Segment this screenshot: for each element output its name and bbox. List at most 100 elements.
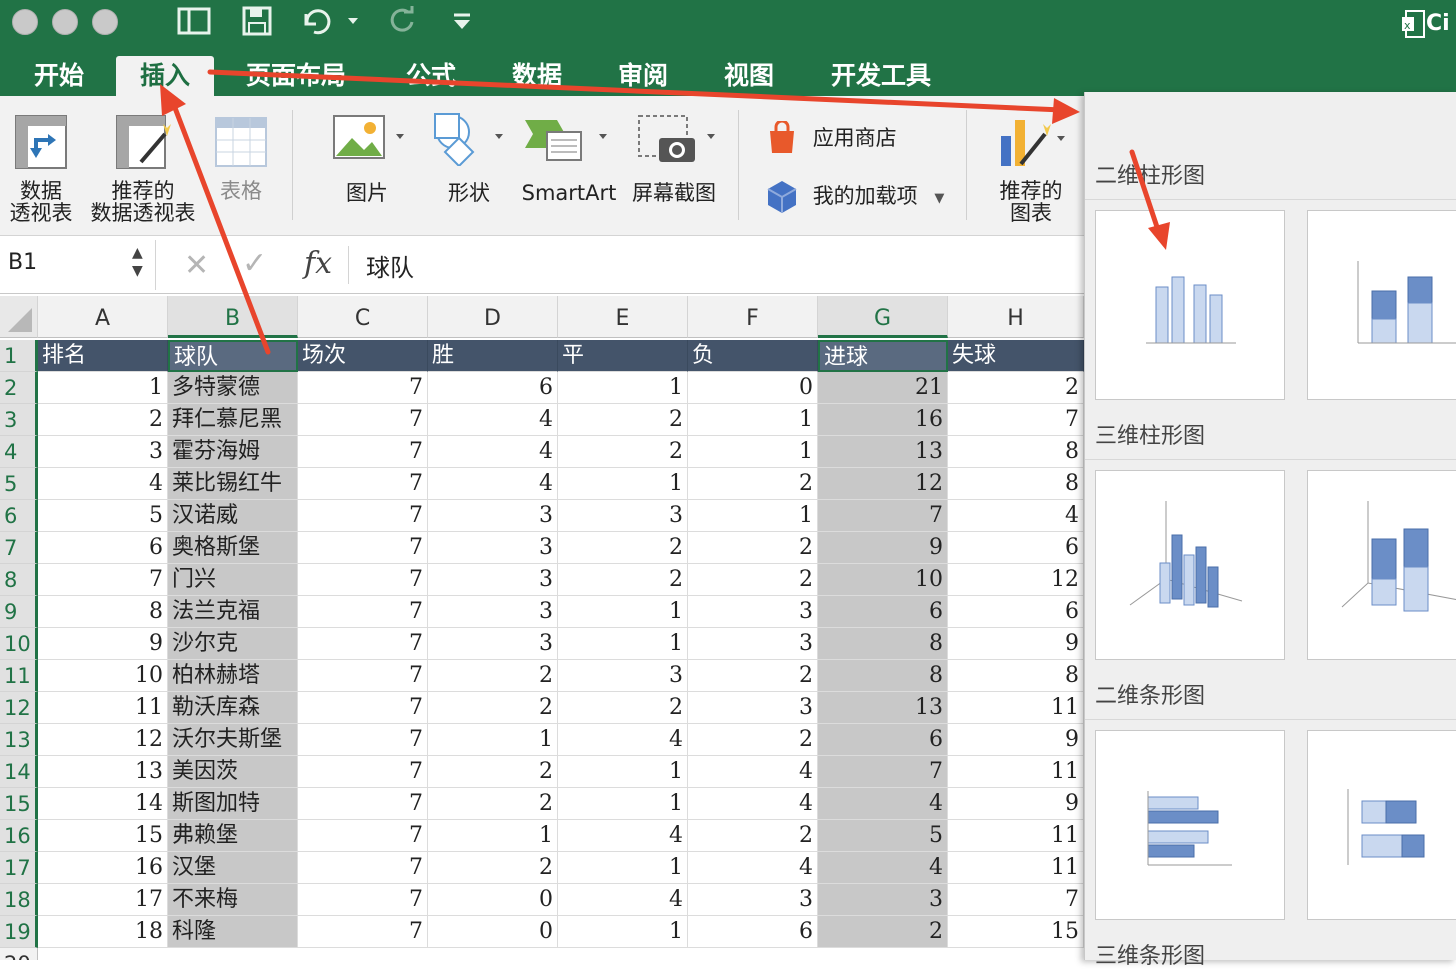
row-header[interactable]: 6 [0,500,38,532]
tab-page-layout[interactable]: 页面布局 [230,56,362,96]
table-cell[interactable]: 2 [38,404,168,436]
table-cell[interactable]: 7 [818,756,948,788]
table-cell[interactable]: 4 [428,468,558,500]
table-cell[interactable]: 13 [818,436,948,468]
table-cell[interactable]: 12 [948,564,1084,596]
table-cell[interactable]: 3 [428,596,558,628]
row-header[interactable]: 16 [0,820,38,852]
table-cell[interactable]: 7 [298,628,428,660]
tab-formulas[interactable]: 公式 [386,56,476,96]
table-cell[interactable]: 0 [688,372,818,404]
header-cell[interactable]: 胜 [428,340,558,372]
table-cell[interactable]: 7 [298,852,428,884]
table-cell[interactable]: 7 [298,532,428,564]
table-cell[interactable]: 2 [688,468,818,500]
table-cell[interactable]: 1 [688,404,818,436]
table-cell[interactable]: 沃尔夫斯堡 [168,724,298,756]
customize-toolbar-icon[interactable] [448,6,476,40]
table-cell[interactable]: 2 [558,564,688,596]
table-cell[interactable]: 6 [428,372,558,404]
table-cell[interactable]: 1 [688,500,818,532]
table-cell[interactable]: 7 [948,884,1084,916]
table-cell[interactable]: 9 [818,532,948,564]
row-header[interactable]: 5 [0,468,38,500]
table-cell[interactable]: 4 [818,788,948,820]
name-box[interactable]: B1 ▲ ▼ [0,240,156,290]
column-header-b[interactable]: B [168,296,298,338]
3d-stacked-column-option[interactable] [1307,470,1456,660]
table-cell[interactable]: 4 [818,852,948,884]
table-cell[interactable]: 15 [948,916,1084,948]
table-cell[interactable]: 11 [948,820,1084,852]
table-cell[interactable]: 11 [38,692,168,724]
table-cell[interactable]: 3 [688,692,818,724]
table-cell[interactable]: 2 [688,820,818,852]
table-cell[interactable]: 7 [948,404,1084,436]
undo-icon[interactable] [298,6,362,40]
tab-data[interactable]: 数据 [494,56,580,96]
confirm-entry-icon[interactable]: ✓ [242,246,267,281]
my-addins-button[interactable]: 我的加载项 ▼ [766,178,956,216]
column-header-c[interactable]: C [298,296,428,338]
table-cell[interactable]: 7 [298,564,428,596]
table-cell[interactable]: 1 [688,436,818,468]
table-cell[interactable]: 16 [818,404,948,436]
minimize-window-button[interactable] [52,9,78,35]
stacked-bar-option[interactable] [1307,730,1456,920]
store-button[interactable]: 应用商店 [766,119,946,155]
table-cell[interactable]: 2 [428,756,558,788]
tab-developer[interactable]: 开发工具 [812,56,950,96]
table-cell[interactable]: 9 [948,628,1084,660]
table-cell[interactable]: 21 [818,372,948,404]
row-header[interactable]: 7 [0,532,38,564]
table-cell[interactable]: 7 [298,724,428,756]
table-cell[interactable]: 7 [818,500,948,532]
header-cell[interactable]: 进球 [818,340,948,372]
select-all-corner[interactable] [0,296,38,338]
table-cell[interactable]: 0 [428,916,558,948]
table-cell[interactable]: 1 [558,916,688,948]
zoom-window-button[interactable] [92,9,118,35]
table-cell[interactable]: 1 [558,372,688,404]
table-cell[interactable]: 10 [38,660,168,692]
table-cell[interactable]: 11 [948,852,1084,884]
table-cell[interactable]: 4 [688,852,818,884]
table-cell[interactable]: 科隆 [168,916,298,948]
table-cell[interactable]: 4 [948,500,1084,532]
table-cell[interactable]: 1 [558,628,688,660]
table-cell[interactable]: 6 [818,596,948,628]
table-cell[interactable]: 2 [688,660,818,692]
table-cell[interactable]: 3 [558,500,688,532]
table-cell[interactable]: 勒沃库森 [168,692,298,724]
table-cell[interactable]: 汉诺威 [168,500,298,532]
row-header[interactable]: 18 [0,884,38,916]
tab-view[interactable]: 视图 [706,56,792,96]
table-cell[interactable]: 4 [428,404,558,436]
table-cell[interactable]: 4 [688,788,818,820]
pivot-table-button[interactable]: 数据 透视表 [4,114,78,224]
column-header-f[interactable]: F [688,296,818,338]
table-cell[interactable]: 10 [818,564,948,596]
table-cell[interactable]: 9 [948,788,1084,820]
table-cell[interactable]: 1 [558,756,688,788]
table-cell[interactable]: 斯图加特 [168,788,298,820]
table-cell[interactable]: 1 [38,372,168,404]
worksheet-grid[interactable]: ABCDEFGH 1 排名 球队 场次胜平负进球 失球 2 1 多特蒙德 7 6 1 0 21 2 3 2 拜仁… [0,296,1084,960]
header-cell[interactable]: 负 [688,340,818,372]
table-cell[interactable]: 5 [818,820,948,852]
screenshot-button[interactable]: 屏幕截图 [626,112,722,204]
smartart-button[interactable]: SmartArt [520,112,618,204]
table-cell[interactable]: 1 [558,788,688,820]
table-cell[interactable]: 11 [948,756,1084,788]
redo-icon[interactable] [384,6,418,40]
addins-dropdown-icon[interactable]: ▼ [934,191,944,206]
table-cell[interactable]: 6 [948,596,1084,628]
column-header-e[interactable]: E [558,296,688,338]
table-cell[interactable]: 7 [298,500,428,532]
table-cell[interactable]: 3 [688,628,818,660]
table-cell[interactable]: 15 [38,820,168,852]
table-cell[interactable]: 7 [298,660,428,692]
table-cell[interactable]: 0 [428,884,558,916]
table-cell[interactable]: 5 [38,500,168,532]
table-cell[interactable]: 2 [688,532,818,564]
